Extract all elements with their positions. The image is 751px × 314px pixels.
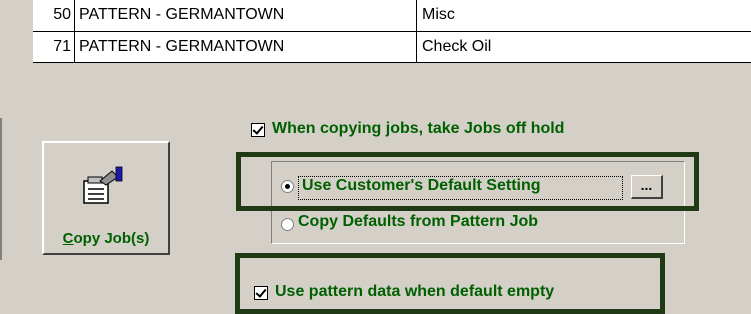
pattern-cell: PATTERN - GERMANTOWN <box>76 32 417 62</box>
left-divider <box>0 118 2 260</box>
copy-from-pattern-label[interactable]: Copy Defaults from Pattern Job <box>298 213 538 231</box>
copy-jobs-label: Copy Job(s) <box>62 230 150 247</box>
table-row[interactable]: 71 PATTERN - GERMANTOWN Check Oil <box>33 32 751 63</box>
highlight-box-pattern-data <box>235 253 665 314</box>
highlight-box-customer-default <box>236 152 699 211</box>
take-off-hold-checkbox[interactable] <box>251 123 265 137</box>
job-number-cell: 71 <box>33 32 75 62</box>
description-cell: Misc <box>422 6 455 23</box>
job-number-cell: 50 <box>33 0 75 31</box>
table-row[interactable]: 50 PATTERN - GERMANTOWN Misc <box>33 0 751 32</box>
pattern-cell: PATTERN - GERMANTOWN <box>76 0 417 31</box>
copy-jobs-icon <box>83 166 123 204</box>
take-off-hold-label[interactable]: When copying jobs, take Jobs off hold <box>272 120 564 138</box>
copy-from-pattern-radio[interactable] <box>281 218 294 231</box>
copy-jobs-button[interactable]: Copy Job(s) <box>42 141 170 255</box>
description-cell: Check Oil <box>422 38 492 55</box>
jobs-grid: 50 PATTERN - GERMANTOWN Misc 71 PATTERN … <box>33 0 751 63</box>
